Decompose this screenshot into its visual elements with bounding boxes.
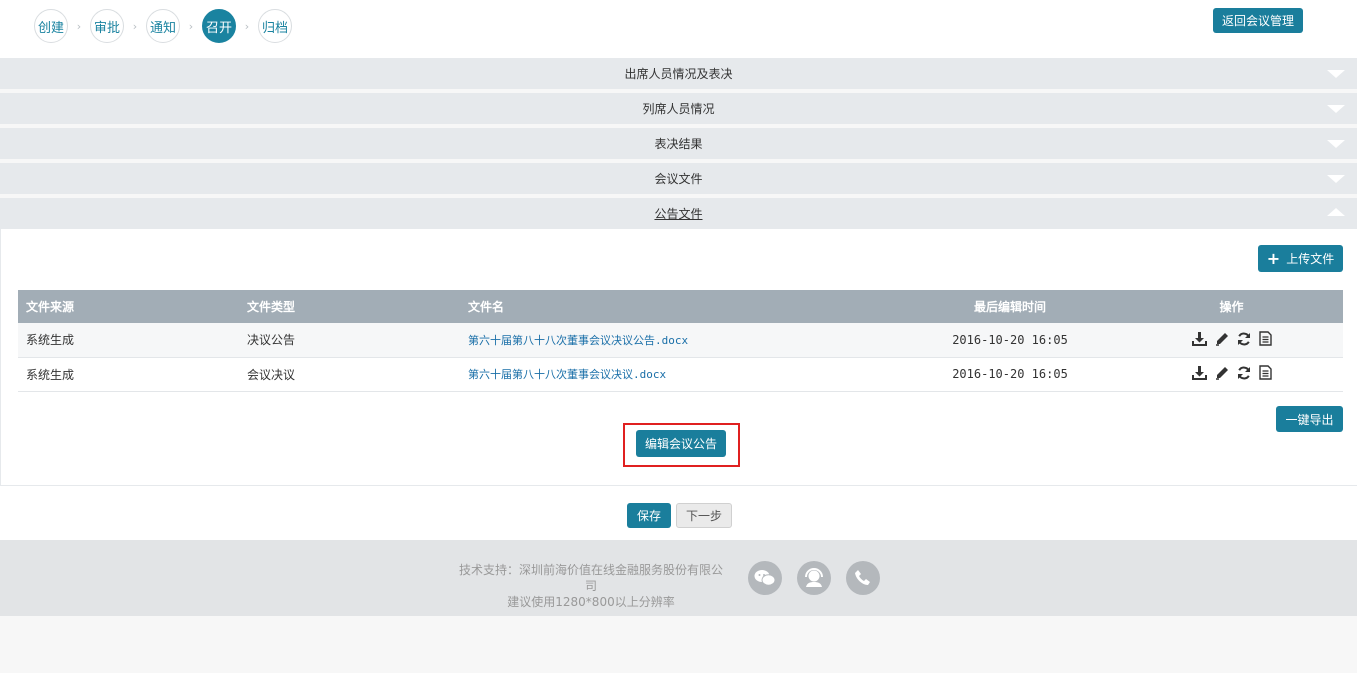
next-step-button[interactable]: 下一步	[676, 503, 732, 528]
footer-support-text: 技术支持：深圳前海价值在线金融服务股份有限公司	[458, 563, 723, 593]
column-header-type: 文件类型	[239, 290, 460, 323]
accordion-title: 列席人员情况	[642, 102, 715, 116]
filename-link[interactable]: 第六十届第八十八次董事会议决议.docx	[468, 368, 666, 381]
announcement-files-panel: + 上传文件 文件来源 文件类型 文件名 最后编辑时间 操作 系统生成 决议公告…	[0, 229, 1357, 486]
cell-type: 会议决议	[239, 357, 460, 392]
step-convene[interactable]: 召开	[202, 9, 236, 43]
step-separator-icon: ›	[244, 19, 250, 33]
step-separator-icon: ›	[132, 19, 138, 33]
back-to-meeting-management-button[interactable]: 返回会议管理	[1213, 8, 1303, 33]
column-header-actions: 操作	[1120, 290, 1343, 323]
cell-filename: 第六十届第八十八次董事会议决议.docx	[460, 357, 900, 392]
accordion-title: 公告文件	[654, 207, 703, 221]
step-separator-icon: ›	[76, 19, 82, 33]
upload-file-label: 上传文件	[1286, 252, 1335, 266]
top-bar: 创建 › 审批 › 通知 › 召开 › 归档 返回会议管理	[0, 0, 1357, 58]
column-header-filename: 文件名	[460, 290, 900, 323]
chevron-up-icon	[1327, 208, 1345, 216]
step-notify[interactable]: 通知	[146, 9, 180, 43]
cell-last-edited: 2016-10-20 16:05	[900, 323, 1120, 358]
accordion-announcement-files[interactable]: 公告文件	[0, 198, 1357, 229]
table-row: 系统生成 决议公告 第六十届第八十八次董事会议决议公告.docx 2016-10…	[18, 323, 1343, 358]
accordion-title: 会议文件	[654, 172, 703, 186]
files-table: 文件来源 文件类型 文件名 最后编辑时间 操作 系统生成 决议公告 第六十届第八…	[18, 290, 1343, 392]
document-icon[interactable]	[1258, 331, 1272, 346]
filename-link[interactable]: 第六十届第八十八次董事会议决议公告.docx	[468, 334, 688, 347]
accordion-observers[interactable]: 列席人员情况	[0, 93, 1357, 124]
step-archive[interactable]: 归档	[258, 9, 292, 43]
upload-file-button[interactable]: + 上传文件	[1258, 245, 1343, 272]
accordion-attendance-voting[interactable]: 出席人员情况及表决	[0, 58, 1357, 89]
footer-text: 技术支持：深圳前海价值在线金融服务股份有限公司 建议使用1280*800以上分辨…	[455, 562, 727, 610]
column-header-last-edited: 最后编辑时间	[900, 290, 1120, 323]
chevron-down-icon	[1327, 105, 1345, 113]
export-all-button[interactable]: 一键导出	[1276, 406, 1343, 432]
download-icon[interactable]	[1191, 331, 1207, 346]
cell-filename: 第六十届第八十八次董事会议决议公告.docx	[460, 323, 900, 358]
wechat-icon[interactable]	[748, 561, 782, 595]
download-icon[interactable]	[1191, 365, 1207, 380]
edit-icon[interactable]	[1215, 332, 1229, 346]
cell-last-edited: 2016-10-20 16:05	[900, 357, 1120, 392]
phone-icon[interactable]	[846, 561, 880, 595]
progress-steps: 创建 › 审批 › 通知 › 召开 › 归档	[34, 9, 292, 43]
step-approve[interactable]: 审批	[90, 9, 124, 43]
table-row: 系统生成 会议决议 第六十届第八十八次董事会议决议.docx 2016-10-2…	[18, 357, 1343, 392]
column-header-source: 文件来源	[18, 290, 239, 323]
accordion-title: 表决结果	[654, 137, 703, 151]
accordion-meeting-files[interactable]: 会议文件	[0, 163, 1357, 194]
chevron-down-icon	[1327, 175, 1345, 183]
table-header-row: 文件来源 文件类型 文件名 最后编辑时间 操作	[18, 290, 1343, 323]
cell-actions	[1120, 357, 1343, 392]
step-separator-icon: ›	[188, 19, 194, 33]
cell-type: 决议公告	[239, 323, 460, 358]
cell-source: 系统生成	[18, 323, 239, 358]
cell-actions	[1120, 323, 1343, 358]
accordion-title: 出席人员情况及表决	[624, 67, 733, 81]
edit-icon[interactable]	[1215, 366, 1229, 380]
support-icon[interactable]	[797, 561, 831, 595]
document-icon[interactable]	[1258, 365, 1272, 380]
chevron-down-icon	[1327, 70, 1345, 78]
footer: 技术支持：深圳前海价值在线金融服务股份有限公司 建议使用1280*800以上分辨…	[0, 540, 1357, 616]
save-button[interactable]: 保存	[627, 503, 671, 528]
accordion-voting-results[interactable]: 表决结果	[0, 128, 1357, 159]
step-create[interactable]: 创建	[34, 9, 68, 43]
refresh-icon[interactable]	[1237, 366, 1251, 380]
chevron-down-icon	[1327, 140, 1345, 148]
plus-icon: +	[1266, 248, 1281, 268]
edit-announcement-button[interactable]: 编辑会议公告	[636, 430, 726, 457]
footer-resolution-text: 建议使用1280*800以上分辨率	[507, 595, 675, 609]
refresh-icon[interactable]	[1237, 332, 1251, 346]
cell-source: 系统生成	[18, 357, 239, 392]
